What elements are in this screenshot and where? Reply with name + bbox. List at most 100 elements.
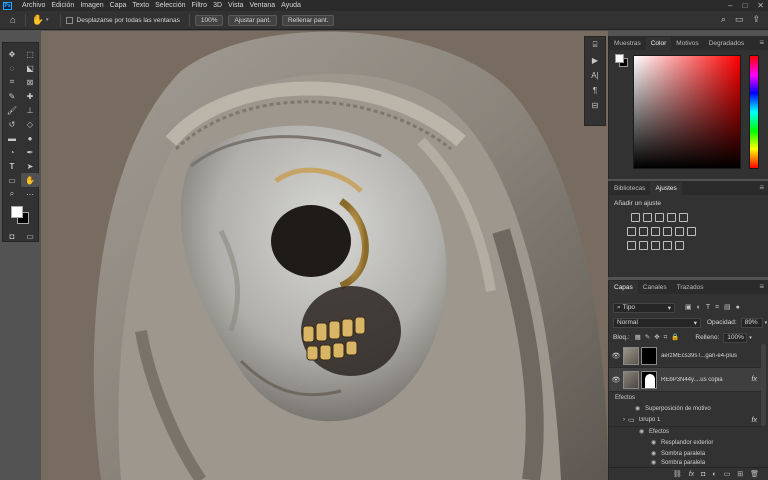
menu-seleccion[interactable]: Selección bbox=[152, 2, 188, 9]
more-tools-icon[interactable]: ⋯ bbox=[21, 187, 39, 201]
eye-icon[interactable]: ◉ bbox=[651, 450, 661, 457]
trash-icon[interactable]: 🗑 bbox=[750, 470, 759, 478]
gradient-map-icon[interactable] bbox=[663, 241, 672, 250]
menu-texto[interactable]: Texto bbox=[129, 2, 152, 9]
zoom-tool-icon[interactable]: ⌕ bbox=[3, 187, 21, 201]
effects-row[interactable]: Efectos bbox=[615, 392, 635, 403]
scrollbar[interactable] bbox=[761, 344, 766, 426]
shape-tool-icon[interactable]: ▭ bbox=[3, 173, 21, 187]
posterize-icon[interactable] bbox=[639, 241, 648, 250]
minimize-icon[interactable]: – bbox=[728, 1, 732, 10]
lasso-tool-icon[interactable]: ◌ bbox=[3, 61, 21, 75]
layer-name[interactable]: REbP3N44y....us copia bbox=[661, 377, 752, 383]
black-white-icon[interactable] bbox=[651, 227, 660, 236]
close-icon[interactable]: ✕ bbox=[757, 1, 764, 10]
chevron-down-icon[interactable]: ▾ bbox=[46, 17, 49, 23]
gradient-tool-icon[interactable]: ▬ bbox=[3, 131, 21, 145]
chevron-right-icon[interactable]: › bbox=[623, 417, 625, 423]
group-name[interactable]: Grupo 1 bbox=[639, 417, 752, 423]
tab-bibliotecas[interactable]: Bibliotecas bbox=[609, 182, 650, 195]
hue-slider[interactable] bbox=[749, 55, 759, 169]
eye-icon[interactable]: ◉ bbox=[651, 439, 661, 446]
hand-tool-icon[interactable]: ✋ bbox=[31, 13, 45, 27]
layer-row[interactable]: 👁 REbP3N44y....us copia fx bbox=[609, 368, 761, 392]
eye-icon[interactable]: ◉ bbox=[635, 405, 645, 412]
foreground-color-swatch[interactable] bbox=[615, 54, 624, 63]
menu-vista[interactable]: Vista bbox=[225, 2, 246, 9]
search-icon[interactable]: ⌕ bbox=[721, 14, 726, 25]
history-panel-icon[interactable]: ⌸ bbox=[593, 40, 598, 50]
fx-icon[interactable]: fx bbox=[689, 471, 694, 478]
paragraph-panel-icon[interactable]: ¶ bbox=[593, 86, 597, 95]
tab-degradados[interactable]: Degradados bbox=[704, 37, 749, 50]
selective-color-icon[interactable] bbox=[675, 241, 684, 250]
lock-icons[interactable]: ▦✎✥⌗🔒 bbox=[635, 333, 684, 342]
effect-row[interactable]: ◉ Resplandor exterior bbox=[651, 437, 713, 448]
menu-3d[interactable]: 3D bbox=[210, 2, 225, 9]
color-balance-icon[interactable] bbox=[639, 227, 648, 236]
fill-input[interactable]: 100% bbox=[723, 332, 748, 343]
chevron-down-icon[interactable]: ▾ bbox=[749, 335, 752, 341]
marquee-tool-icon[interactable]: ⬚ bbox=[21, 47, 39, 61]
link-icon[interactable]: ⛓ bbox=[673, 470, 682, 478]
menu-ayuda[interactable]: Ayuda bbox=[278, 2, 304, 9]
crop-tool-icon[interactable]: ⌗ bbox=[3, 75, 21, 89]
curves-icon[interactable] bbox=[655, 213, 664, 222]
tab-muestras[interactable]: Muestras bbox=[609, 37, 646, 50]
move-tool-icon[interactable]: ✥ bbox=[3, 47, 21, 61]
layer-name[interactable]: aerzMEcs39sT...gan-e4-plus bbox=[661, 353, 761, 359]
actions-play-icon[interactable]: ▶ bbox=[592, 56, 598, 65]
fit-screen-button[interactable]: Ajustar pant. bbox=[228, 14, 277, 26]
workspace-icon[interactable]: ▭ bbox=[735, 14, 744, 25]
add-mask-icon[interactable]: ◘ bbox=[701, 471, 705, 478]
eye-icon[interactable]: ◉ bbox=[639, 428, 649, 435]
eye-icon[interactable]: 👁 bbox=[609, 376, 623, 384]
new-group-icon[interactable]: ▭ bbox=[724, 470, 731, 478]
tab-capas[interactable]: Capas bbox=[609, 281, 638, 294]
invert-icon[interactable] bbox=[627, 241, 636, 250]
hue-saturation-icon[interactable] bbox=[627, 227, 636, 236]
exposure-icon[interactable] bbox=[667, 213, 676, 222]
layer-fx-icon[interactable]: fx bbox=[752, 376, 757, 383]
menu-archivo[interactable]: Archivo bbox=[19, 2, 48, 9]
group-row[interactable]: › ▭ Grupo 1 fx bbox=[609, 414, 761, 427]
object-select-tool-icon[interactable]: ⬕ bbox=[21, 61, 39, 75]
channel-mixer-icon[interactable] bbox=[675, 227, 684, 236]
effect-row[interactable]: ◉ Superposición de motivo bbox=[635, 403, 711, 414]
brightness-icon[interactable] bbox=[631, 213, 640, 222]
menu-ventana[interactable]: Ventana bbox=[246, 2, 278, 9]
menu-filtro[interactable]: Filtro bbox=[189, 2, 211, 9]
eyedropper-tool-icon[interactable]: ✎ bbox=[3, 89, 21, 103]
zoom-100-button[interactable]: 100% bbox=[194, 14, 224, 26]
tab-trazados[interactable]: Trazados bbox=[672, 281, 709, 294]
brush-tool-icon[interactable]: 🖌 bbox=[3, 103, 21, 117]
menu-edicion[interactable]: Edición bbox=[48, 2, 77, 9]
quick-mask-icon[interactable]: ◘ bbox=[3, 229, 21, 243]
eye-icon[interactable]: ◉ bbox=[651, 459, 661, 466]
scroll-all-windows-checkbox[interactable] bbox=[65, 16, 73, 24]
home-icon[interactable]: ⌂ bbox=[6, 13, 20, 27]
photo-filter-icon[interactable] bbox=[663, 227, 672, 236]
opacity-input[interactable]: 89% bbox=[740, 317, 763, 328]
tab-canales[interactable]: Canales bbox=[638, 281, 672, 294]
screen-mode-icon[interactable]: ▭ bbox=[21, 229, 39, 243]
history-brush-icon[interactable]: ↺ bbox=[3, 117, 21, 131]
share-icon[interactable]: ⇪ bbox=[752, 14, 760, 25]
threshold-icon[interactable] bbox=[651, 241, 660, 250]
panel-menu-icon[interactable]: ≡ bbox=[759, 183, 764, 192]
new-layer-icon[interactable]: ⊞ bbox=[737, 470, 743, 478]
maximize-icon[interactable]: □ bbox=[742, 1, 747, 10]
hand-tool-icon[interactable]: ✋ bbox=[21, 173, 39, 187]
vibrance-icon[interactable] bbox=[679, 213, 688, 222]
panel-menu-icon[interactable]: ≡ bbox=[759, 282, 764, 291]
menu-imagen[interactable]: Imagen bbox=[77, 2, 106, 9]
character-panel-icon[interactable]: A| bbox=[591, 71, 598, 80]
layer-filter-select[interactable]: ⌕ Tipo ▾ bbox=[613, 302, 675, 313]
eraser-tool-icon[interactable]: ◇ bbox=[21, 117, 39, 131]
color-picker-field[interactable] bbox=[633, 55, 741, 169]
properties-panel-icon[interactable]: ⊟ bbox=[592, 101, 599, 110]
levels-icon[interactable] bbox=[643, 213, 652, 222]
tab-ajustes[interactable]: Ajustes bbox=[650, 182, 682, 195]
document-canvas[interactable] bbox=[41, 31, 608, 480]
group-fx-icon[interactable]: fx bbox=[752, 417, 757, 424]
